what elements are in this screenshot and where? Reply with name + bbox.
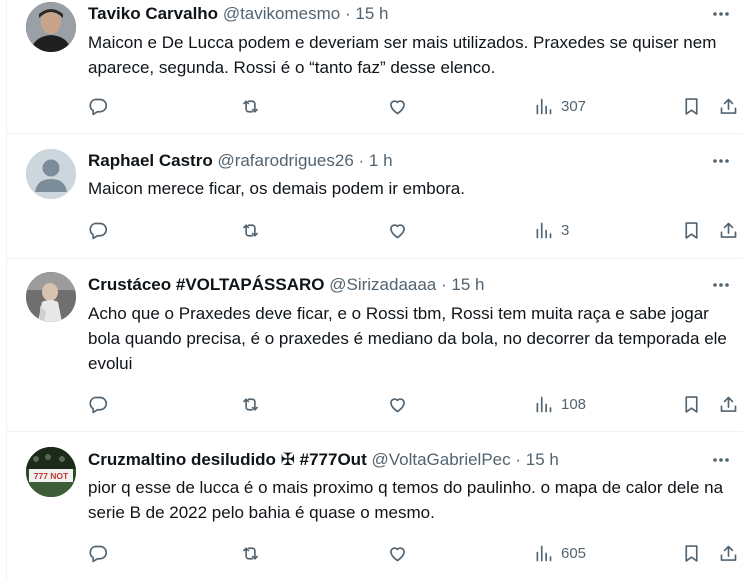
bookmark-icon (685, 544, 698, 562)
avatar-photo: 777 NOT (26, 447, 76, 497)
like-icon (390, 99, 405, 114)
tweet-text: Maicon merece ficar, os demais podem ir … (88, 179, 465, 198)
more-icon[interactable] (710, 274, 732, 296)
avatar-banner-text: 777 NOT (34, 471, 69, 481)
retweet-icon (243, 223, 258, 237)
tweet[interactable]: Raphael Castro @rafarodrigues26 · 1 h Ma… (7, 134, 743, 259)
tweet-text: pior q esse de lucca é o mais proximo q … (88, 478, 724, 522)
tweet-actions: 307 (87, 94, 737, 118)
reply-icon (89, 545, 108, 562)
bookmark-button[interactable] (681, 541, 702, 565)
tweet[interactable]: Taviko Carvalho @tavikomesmo · 15 h Maic… (7, 0, 743, 134)
author-name[interactable]: Cruzmaltino desiludido ✠ #777Out (88, 450, 367, 469)
views-count: 307 (561, 97, 587, 115)
retweet-icon (243, 546, 258, 560)
bookmark-button[interactable] (681, 218, 702, 242)
bookmark-icon (685, 221, 698, 239)
author-name[interactable]: Raphael Castro (88, 151, 213, 170)
like-icon (390, 397, 405, 412)
share-button[interactable] (718, 541, 739, 565)
retweet-button[interactable] (240, 218, 261, 242)
like-button[interactable] (387, 392, 408, 416)
tweet-time[interactable]: 15 h (526, 450, 559, 469)
default-avatar-icon (26, 149, 76, 199)
views-button[interactable]: 108 (533, 392, 586, 416)
tweet-time[interactable]: 15 h (451, 275, 484, 294)
like-button[interactable] (387, 541, 408, 565)
tweet-time[interactable]: 1 h (369, 151, 393, 170)
like-icon (390, 223, 405, 238)
share-icon (720, 396, 737, 412)
bookmark-icon (685, 395, 698, 413)
tweet-text: Maicon e De Lucca podem e deveriam ser m… (88, 33, 717, 77)
reply-button[interactable] (87, 392, 108, 416)
views-icon (536, 222, 552, 238)
separator-dot: · (344, 4, 351, 23)
more-icon[interactable] (710, 449, 732, 471)
avatar[interactable] (26, 272, 76, 322)
views-icon (536, 396, 552, 412)
tweet-header: Taviko Carvalho @tavikomesmo · 15 h (88, 3, 388, 25)
share-button[interactable] (718, 392, 739, 416)
reply-button[interactable] (87, 541, 108, 565)
retweet-button[interactable] (240, 392, 261, 416)
views-button[interactable]: 3 (533, 218, 569, 242)
views-count: 605 (561, 544, 587, 562)
tweet-header: Crustáceo #VOLTAPÁSSARO @Sirizadaaaa · 1… (88, 274, 485, 296)
retweet-button[interactable] (240, 541, 261, 565)
bookmark-button[interactable] (681, 94, 702, 118)
views-count: 3 (561, 221, 570, 239)
like-icon (390, 546, 405, 561)
tweet-feed: Taviko Carvalho @tavikomesmo · 15 h Maic… (6, 0, 743, 579)
share-icon (720, 222, 737, 238)
reply-icon (89, 396, 108, 413)
bookmark-button[interactable] (681, 392, 702, 416)
share-button[interactable] (718, 94, 739, 118)
avatar[interactable] (26, 149, 76, 199)
author-handle[interactable]: @VoltaGabrielPec (371, 450, 510, 469)
author-handle[interactable]: @rafarodrigues26 (217, 151, 353, 170)
avatar-photo (26, 2, 76, 52)
author-name[interactable]: Crustáceo #VOLTAPÁSSARO (88, 275, 324, 294)
tweet-header: Raphael Castro @rafarodrigues26 · 1 h (88, 150, 393, 172)
views-count: 108 (561, 395, 587, 413)
views-button[interactable]: 605 (533, 541, 586, 565)
separator-dot: · (441, 275, 447, 294)
reply-button[interactable] (87, 218, 108, 242)
tweet-text: Acho que o Praxedes deve ficar, e o Ross… (88, 304, 727, 373)
share-icon (720, 545, 737, 561)
separator-dot: · (358, 151, 365, 170)
tweet-time[interactable]: 15 h (355, 4, 388, 23)
avatar[interactable]: 777 NOT (26, 447, 76, 497)
author-name[interactable]: Taviko Carvalho (88, 4, 218, 23)
avatar-photo (26, 272, 76, 322)
reply-button[interactable] (87, 94, 108, 118)
share-button[interactable] (718, 218, 739, 242)
reply-icon (89, 98, 108, 115)
share-icon (720, 98, 737, 114)
tweet-actions: 3 (87, 218, 737, 242)
retweet-button[interactable] (240, 94, 261, 118)
author-handle[interactable]: @Sirizadaaaa (329, 275, 436, 294)
avatar[interactable] (26, 2, 76, 52)
retweet-icon (243, 397, 258, 411)
like-button[interactable] (387, 94, 408, 118)
tweet[interactable]: Crustáceo #VOLTAPÁSSARO @Sirizadaaaa · 1… (7, 259, 743, 432)
retweet-icon (243, 99, 258, 113)
more-icon[interactable] (710, 150, 732, 172)
like-button[interactable] (387, 218, 408, 242)
author-handle[interactable]: @tavikomesmo (223, 4, 340, 23)
tweet-actions: 108 (87, 392, 737, 416)
bookmark-icon (685, 97, 698, 115)
views-icon (536, 545, 552, 561)
tweet-actions: 605 (87, 541, 737, 565)
reply-icon (89, 222, 108, 239)
views-icon (536, 98, 552, 114)
more-icon[interactable] (710, 3, 732, 25)
separator-dot: · (515, 450, 522, 469)
tweet[interactable]: 777 NOT Cruzmaltino desiludido ✠ #777Out… (7, 432, 743, 579)
tweet-header: Cruzmaltino desiludido ✠ #777Out @VoltaG… (88, 449, 559, 471)
views-button[interactable]: 307 (533, 94, 586, 118)
